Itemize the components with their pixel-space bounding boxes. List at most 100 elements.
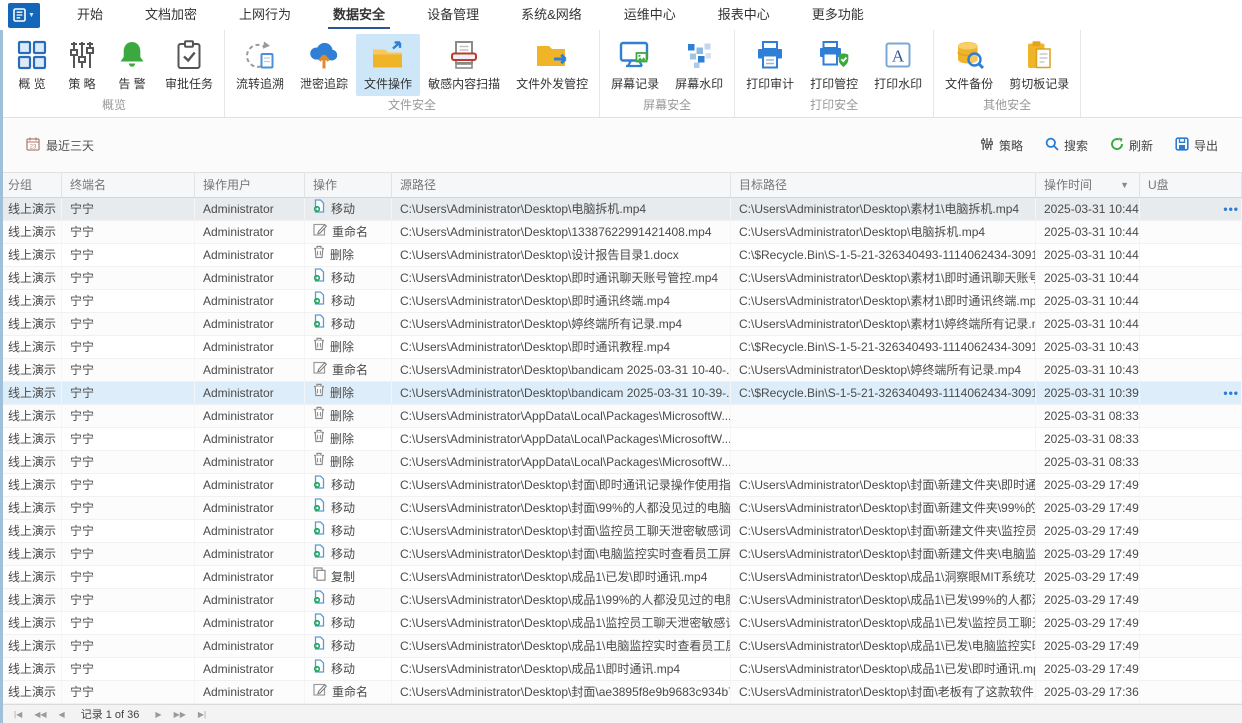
menu-item-more-features[interactable]: 更多功能 <box>791 0 885 30</box>
ribbon-item-alert[interactable]: 告 警 <box>107 34 157 96</box>
menu-item-device-mgmt[interactable]: 设备管理 <box>406 0 500 30</box>
usb-cell <box>1140 520 1242 542</box>
terminal-cell: 宁宁 <box>62 451 195 473</box>
ribbon-item-file-backup[interactable]: 文件备份 <box>937 34 1001 96</box>
column-header-2[interactable]: 终端名 <box>62 173 195 197</box>
more-actions-button[interactable]: ••• <box>1223 382 1239 404</box>
column-header-3[interactable]: 操作用户 <box>195 173 305 197</box>
ribbon-item-approval-tasks[interactable]: 审批任务 <box>157 34 221 96</box>
menu-item-report-center[interactable]: 报表中心 <box>697 0 791 30</box>
ribbon-group-label: 打印安全 <box>810 98 859 112</box>
ribbon-item-file-outgoing-control[interactable]: 文件外发管控 <box>508 34 596 96</box>
menu-item-ops-center[interactable]: 运维中心 <box>603 0 697 30</box>
column-header-6[interactable]: 目标路径 <box>731 173 1036 197</box>
ribbon-item-overview[interactable]: 概 览 <box>7 34 57 96</box>
menu-item-doc-encrypt[interactable]: 文档加密 <box>124 0 218 30</box>
table-row[interactable]: 线上演示 宁宁 Administrator 删除 C:\Users\Administra… <box>0 428 1242 451</box>
menu-item-web-behavior[interactable]: 上网行为 <box>218 0 312 30</box>
menu-item-start[interactable]: 开始 <box>56 0 124 30</box>
search-button[interactable]: 搜索 <box>1045 137 1088 154</box>
table-row[interactable]: 线上演示 宁宁 Administrator 移动 C:\Users\Administra… <box>0 313 1242 336</box>
usb-cell <box>1140 405 1242 427</box>
table-row[interactable]: 线上演示 宁宁 Administrator 移动 C:\Users\Administra… <box>0 520 1242 543</box>
menu-item-system-network[interactable]: 系统&网络 <box>500 0 603 30</box>
date-filter-button[interactable]: 23 最近三天 <box>26 137 94 154</box>
ribbon-item-clipboard-record[interactable]: 剪切板记录 <box>1001 34 1077 96</box>
table-row[interactable]: 线上演示 宁宁 Administrator 删除 C:\Users\Administra… <box>0 451 1242 474</box>
column-header-1[interactable]: 分组 <box>0 173 62 197</box>
table-row[interactable]: 线上演示 宁宁 Administrator 重命名 C:\Users\Administr… <box>0 359 1242 382</box>
ribbon-item-sensitive-scan[interactable]: 敏感内容扫描 <box>420 34 508 96</box>
refresh-button[interactable]: 刷新 <box>1110 137 1153 154</box>
table-row[interactable]: 线上演示 宁宁 Administrator 移动 C:\Users\Administra… <box>0 198 1242 221</box>
file-backup-icon <box>952 38 986 72</box>
table-row[interactable]: 线上演示 宁宁 Administrator 移动 C:\Users\Administra… <box>0 589 1242 612</box>
table-row[interactable]: 线上演示 宁宁 Administrator 重命名 C:\Users\Administr… <box>0 681 1242 704</box>
operation-label: 重命名 <box>332 225 369 239</box>
time-cell: 2025-03-29 17:49:58 <box>1036 474 1140 496</box>
user-cell: Administrator <box>195 612 305 634</box>
last-page-button[interactable]: ▶| <box>194 710 210 719</box>
ribbon-item-leak-tracking[interactable]: 泄密追踪 <box>292 34 356 96</box>
policy-icon <box>980 137 994 154</box>
table-row[interactable]: 线上演示 宁宁 Administrator 移动 C:\Users\Administra… <box>0 497 1242 520</box>
target-path-cell: C:\Users\Administrator\Desktop\封面\老板有了这款… <box>731 681 1036 703</box>
ribbon-item-policy[interactable]: 策 略 <box>57 34 107 96</box>
ribbon-item-screen-watermark[interactable]: 屏幕水印 <box>667 34 731 96</box>
more-actions-button[interactable]: ••• <box>1223 198 1239 220</box>
ribbon-item-print-audit[interactable]: 打印审计 <box>738 34 802 96</box>
prev-page-button[interactable]: ◀ <box>55 710 69 719</box>
policy-button[interactable]: 策略 <box>980 137 1023 154</box>
table-row[interactable]: 线上演示 宁宁 Administrator 重命名 C:\Users\Administr… <box>0 221 1242 244</box>
filter-dropdown-icon[interactable]: ▼ <box>1120 173 1129 197</box>
ribbon-item-file-operations[interactable]: 文件操作 <box>356 34 421 96</box>
ribbon-item-print-control[interactable]: 打印管控 <box>802 34 866 96</box>
ribbon-item-screen-record[interactable]: 屏幕记录 <box>603 34 667 96</box>
terminal-cell: 宁宁 <box>62 290 195 312</box>
ribbon-item-print-watermark[interactable]: A 打印水印 <box>866 34 930 96</box>
user-cell: Administrator <box>195 520 305 542</box>
terminal-cell: 宁宁 <box>62 428 195 450</box>
target-path-cell: C:\Users\Administrator\Desktop\素材1\即时通讯终… <box>731 290 1036 312</box>
table-row[interactable]: 线上演示 宁宁 Administrator 删除 C:\Users\Administra… <box>0 244 1242 267</box>
column-header-8[interactable]: U盘 <box>1140 173 1242 197</box>
time-cell: 2025-03-29 17:49:55 <box>1036 543 1140 565</box>
table-row[interactable]: 线上演示 宁宁 Administrator 移动 C:\Users\Administra… <box>0 267 1242 290</box>
table-row[interactable]: 线上演示 宁宁 Administrator 移动 C:\Users\Administra… <box>0 474 1242 497</box>
print-audit-icon <box>753 38 787 72</box>
column-header-5[interactable]: 源路径 <box>392 173 731 197</box>
table-row[interactable]: 线上演示 宁宁 Administrator 删除 C:\Users\Administra… <box>0 405 1242 428</box>
app-menu-button[interactable]: ▼ <box>8 2 40 28</box>
rename-operation-icon <box>313 359 328 381</box>
fast-prev-page-button[interactable]: ◀◀ <box>30 710 50 719</box>
operation-label: 删除 <box>330 340 355 354</box>
source-path-cell: C:\Users\Administrator\AppData\Local\Pac… <box>392 451 731 473</box>
table-row[interactable]: 线上演示 宁宁 Administrator 移动 C:\Users\Administra… <box>0 635 1242 658</box>
ribbon-item-flow-trace[interactable]: 流转追溯 <box>228 34 292 96</box>
source-path-cell: C:\Users\Administrator\Desktop\封面\电脑监控实时… <box>392 543 731 565</box>
fast-next-page-button[interactable]: ▶▶ <box>170 710 190 719</box>
policy-icon <box>65 38 99 72</box>
menu-item-data-security[interactable]: 数据安全 <box>312 0 406 30</box>
table-row[interactable]: 线上演示 宁宁 Administrator 删除 C:\Users\Administra… <box>0 336 1242 359</box>
delete-operation-icon <box>313 336 325 358</box>
ribbon-item-label: 剪切板记录 <box>1009 77 1070 91</box>
table-row[interactable]: 线上演示 宁宁 Administrator 移动 C:\Users\Administra… <box>0 612 1242 635</box>
next-page-button[interactable]: ▶ <box>151 710 165 719</box>
table-row[interactable]: 线上演示 宁宁 Administrator 删除 C:\Users\Administra… <box>0 382 1242 405</box>
operation-label: 移动 <box>331 317 356 331</box>
column-header-4[interactable]: 操作 <box>305 173 392 197</box>
table-row[interactable]: 线上演示 宁宁 Administrator 移动 C:\Users\Administra… <box>0 658 1242 681</box>
table-row[interactable]: 线上演示 宁宁 Administrator 复制 C:\Users\Administra… <box>0 566 1242 589</box>
column-header-7[interactable]: 操作时间 ▼ <box>1036 173 1140 197</box>
terminal-cell: 宁宁 <box>62 382 195 404</box>
ribbon-group-label: 其他安全 <box>983 98 1032 112</box>
table-row[interactable]: 线上演示 宁宁 Administrator 移动 C:\Users\Administra… <box>0 290 1242 313</box>
app-logo-icon <box>13 8 26 22</box>
export-button[interactable]: 导出 <box>1175 136 1218 154</box>
table-row[interactable]: 线上演示 宁宁 Administrator 移动 C:\Users\Administra… <box>0 543 1242 566</box>
first-page-button[interactable]: |◀ <box>10 710 26 719</box>
usb-cell <box>1140 474 1242 496</box>
operation-label: 删除 <box>330 386 355 400</box>
usb-cell <box>1140 589 1242 611</box>
